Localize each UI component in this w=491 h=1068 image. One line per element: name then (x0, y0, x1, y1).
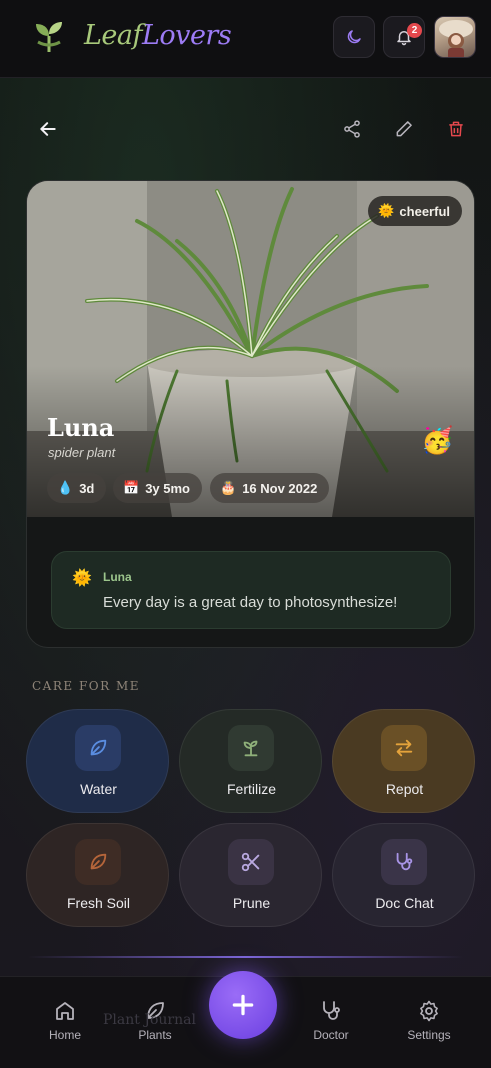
watered-value: 3d (79, 480, 95, 496)
care-icon-box (381, 725, 427, 771)
age-value: 3y 5mo (145, 480, 190, 496)
care-label: Prune (232, 895, 271, 911)
party-face-icon: 🥳 (421, 425, 454, 455)
doc-chat-button[interactable]: Doc Chat (332, 823, 475, 927)
care-label: Doc Chat (375, 895, 434, 911)
arrow-left-icon (40, 122, 56, 136)
logo-word-2: Lovers (142, 20, 232, 51)
prune-button[interactable]: Prune (179, 823, 322, 927)
leaf-icon (90, 853, 107, 870)
plus-icon (232, 994, 254, 1016)
plant-name: Luna (47, 413, 115, 442)
message-author: Luna (103, 570, 132, 584)
sun-icon: 🌞 (72, 570, 92, 587)
share-icon (344, 120, 360, 138)
pencil-icon (396, 121, 412, 137)
notifications-button[interactable]: 2 (383, 16, 425, 58)
care-label: Repot (385, 781, 424, 797)
sprout-icon (243, 740, 258, 757)
plant-photo: 🌞 cheerful Luna spider plant 💧 3d 📅 3y 5… (27, 181, 474, 517)
share-button[interactable] (338, 115, 366, 143)
nav-label: Plants (138, 1028, 172, 1042)
edit-button[interactable] (390, 115, 418, 143)
logo-word-1: Leaf (84, 20, 143, 51)
sun-icon: 🌞 (378, 203, 395, 218)
app-header: LeafLovers 2 (0, 0, 491, 78)
scissors-icon (241, 852, 260, 872)
swap-arrows-icon (395, 739, 413, 757)
photo-shade (27, 181, 474, 517)
app-logo-text[interactable]: LeafLovers (84, 20, 232, 51)
birthday-stat-chip: 🎂 16 Nov 2022 (210, 473, 330, 503)
plant-card: 🌞 cheerful Luna spider plant 💧 3d 📅 3y 5… (26, 180, 475, 648)
care-icon-box (75, 725, 121, 771)
home-icon (56, 1002, 74, 1020)
plant-message-bubble: 🌞 Luna Every day is a great day to photo… (51, 551, 451, 629)
birthday-cake-icon: 🎂 (220, 480, 237, 495)
care-label: Fresh Soil (66, 895, 131, 911)
mood-label: cheerful (399, 203, 450, 219)
stethoscope-icon (323, 1001, 340, 1020)
theme-toggle-button[interactable] (333, 16, 375, 58)
gear-icon (420, 1000, 438, 1022)
message-text: Every day is a great day to photosynthes… (103, 594, 398, 611)
repot-button[interactable]: Repot (332, 709, 475, 813)
avatar-illustration (439, 20, 473, 57)
care-section-title: CARE FOR ME (32, 679, 141, 693)
age-stat-chip: 📅 3y 5mo (113, 473, 202, 503)
nav-label: Doctor (313, 1028, 349, 1042)
birthday-value: 16 Nov 2022 (242, 480, 318, 496)
fertilize-button[interactable]: Fertilize (179, 709, 322, 813)
back-button[interactable] (34, 115, 62, 143)
plant-species: spider plant (48, 445, 116, 460)
care-icon-box (228, 839, 274, 885)
moon-icon (347, 30, 361, 44)
care-label: Water (80, 781, 117, 797)
nav-item-home[interactable]: Home (29, 997, 101, 1047)
nav-item-doctor[interactable]: Doctor (295, 997, 367, 1047)
mood-badge: 🌞 cheerful (368, 196, 462, 226)
trash-icon (449, 121, 463, 137)
stethoscope-icon (396, 852, 413, 871)
water-drop-icon: 💧 (57, 480, 74, 495)
nav-item-settings[interactable]: Settings (393, 997, 465, 1047)
fresh-soil-button[interactable]: Fresh Soil (26, 823, 169, 927)
care-label: Fertilize (226, 781, 276, 797)
sprout-logo-icon (36, 22, 62, 52)
nav-label: Settings (407, 1028, 451, 1042)
add-plant-button[interactable] (209, 971, 277, 1039)
user-avatar[interactable] (434, 16, 476, 58)
water-button[interactable]: Water (26, 709, 169, 813)
nav-label: Home (48, 1028, 81, 1042)
watered-stat-chip: 💧 3d (47, 473, 107, 503)
care-icon-box (381, 839, 427, 885)
plant-journal-ghost-label: Plant Journal (103, 1012, 196, 1028)
care-icon-box (228, 725, 274, 771)
delete-button[interactable] (442, 115, 470, 143)
notification-count-badge: 2 (407, 23, 422, 38)
leaf-icon (90, 739, 107, 756)
nav-divider (28, 956, 463, 958)
care-icon-box (75, 839, 121, 885)
calendar-icon: 📅 (123, 480, 140, 495)
